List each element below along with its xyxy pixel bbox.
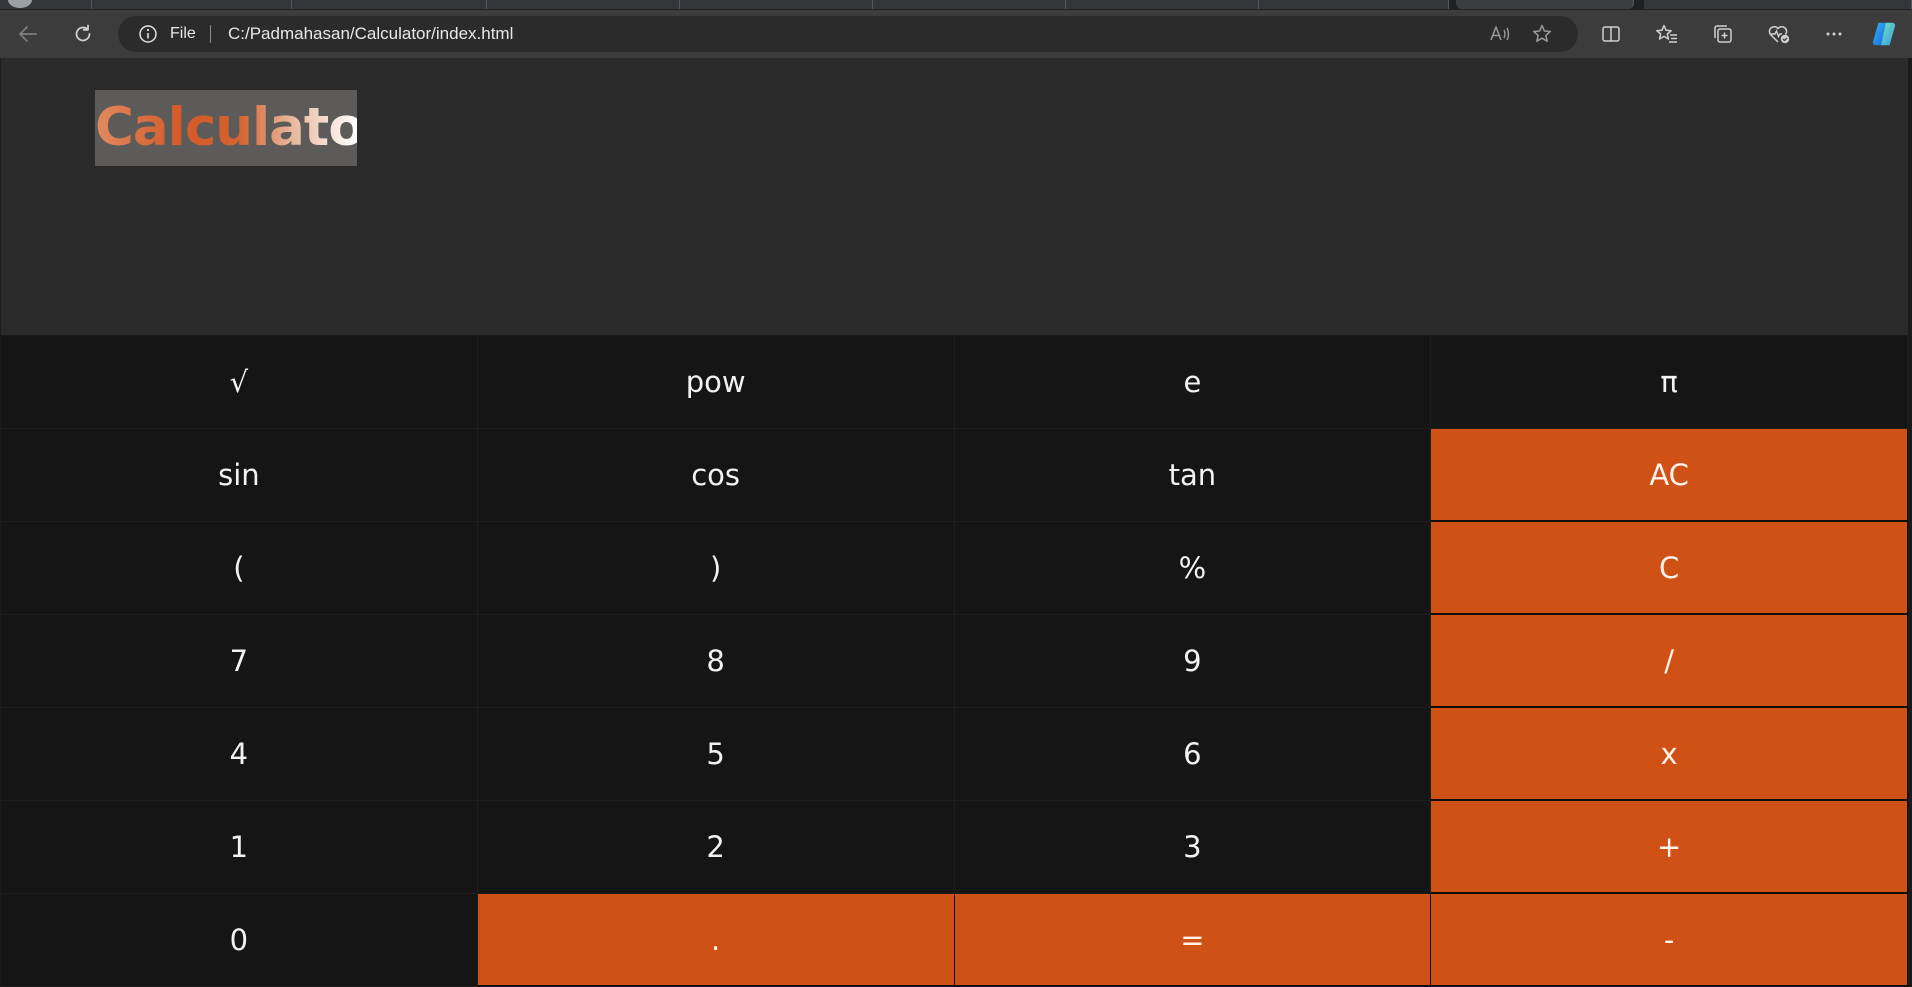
window-edge (1908, 58, 1912, 987)
divide-button[interactable]: / (1431, 615, 1908, 708)
sqrt-button[interactable]: √ (1, 336, 478, 429)
open-paren-button[interactable]: ( (1, 522, 478, 615)
browser-tab[interactable] (92, 0, 292, 9)
digit-8-button[interactable]: 8 (477, 615, 955, 708)
keypad: √ pow e π sin cos tan AC ( ) % C 7 8 9 /… (1, 336, 1908, 987)
address-divider (210, 25, 211, 43)
all-clear-button[interactable]: AC (1431, 429, 1908, 522)
read-aloud-icon[interactable] (1486, 20, 1514, 48)
calculator-logo: Calculator (95, 90, 390, 166)
digit-6-button[interactable]: 6 (954, 708, 1432, 801)
browser-toolbar: File C:/Padmahasan/Calculator/index.html (0, 10, 1912, 58)
browser-tab-active[interactable] (1456, 0, 1634, 9)
browser-tab[interactable] (873, 0, 1066, 9)
close-paren-button[interactable]: ) (477, 522, 955, 615)
favorites-icon[interactable] (1653, 20, 1681, 48)
browser-tab[interactable] (1644, 0, 1912, 9)
digit-1-button[interactable]: 1 (1, 801, 478, 894)
digit-3-button[interactable]: 3 (954, 801, 1432, 894)
browser-tab[interactable] (487, 0, 680, 9)
clear-button[interactable]: C (1431, 522, 1908, 615)
pi-button[interactable]: π (1431, 336, 1908, 429)
e-button[interactable]: e (954, 336, 1432, 429)
pow-button[interactable]: pow (477, 336, 955, 429)
decimal-button[interactable]: . (477, 894, 955, 987)
site-info-label[interactable]: File (170, 24, 196, 44)
more-icon[interactable] (1820, 20, 1848, 48)
equals-button[interactable]: = (954, 894, 1432, 987)
reload-icon[interactable] (69, 20, 97, 48)
add-button[interactable]: + (1431, 801, 1908, 894)
digit-4-button[interactable]: 4 (1, 708, 478, 801)
digit-7-button[interactable]: 7 (1, 615, 478, 708)
multiply-button[interactable]: x (1431, 708, 1908, 801)
percent-button[interactable]: % (954, 522, 1432, 615)
digit-9-button[interactable]: 9 (954, 615, 1432, 708)
tab-strip (0, 0, 1912, 10)
address-bar[interactable]: File C:/Padmahasan/Calculator/index.html (118, 16, 1578, 52)
collections-icon[interactable] (1709, 20, 1737, 48)
sin-button[interactable]: sin (1, 429, 478, 522)
browser-tab[interactable] (0, 0, 92, 9)
cos-button[interactable]: cos (477, 429, 955, 522)
digit-2-button[interactable]: 2 (477, 801, 955, 894)
heart-pulse-icon[interactable] (1765, 20, 1793, 48)
back-arrow-icon[interactable] (14, 20, 42, 48)
split-screen-icon[interactable] (1597, 20, 1625, 48)
tab-favicon (8, 0, 32, 8)
calculator-page: Calculator √ pow e π sin cos tan AC ( ) … (0, 58, 1908, 987)
digit-5-button[interactable]: 5 (477, 708, 955, 801)
calculator-display: Calculator (1, 58, 1908, 336)
star-icon[interactable] (1528, 20, 1556, 48)
tan-button[interactable]: tan (954, 429, 1432, 522)
browser-tab[interactable] (292, 0, 487, 9)
subtract-button[interactable]: - (1431, 894, 1908, 987)
browser-tab[interactable] (680, 0, 873, 9)
app-title: Calculator (95, 92, 390, 164)
address-url[interactable]: C:/Padmahasan/Calculator/index.html (228, 24, 513, 44)
browser-tab[interactable] (1066, 0, 1259, 9)
info-icon[interactable] (138, 24, 158, 44)
browser-tab[interactable] (1259, 0, 1449, 9)
copilot-icon[interactable] (1870, 20, 1898, 48)
digit-0-button[interactable]: 0 (1, 894, 478, 987)
